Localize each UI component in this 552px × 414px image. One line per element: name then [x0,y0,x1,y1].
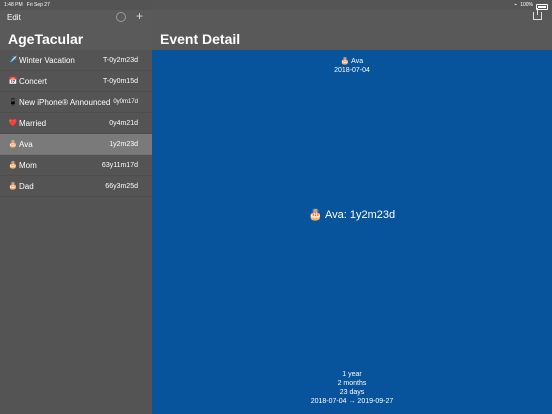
status-time: 1:48 PM [4,2,23,8]
page-title: Event Detail [160,31,241,47]
event-age: 63y11m17d [101,161,138,169]
event-name: Ava [19,139,33,149]
status-time-date: 1:48 PM Fri Sep 27 [4,0,50,10]
airplane-icon: ✈️ [8,57,18,64]
sidebar: Edit + AgeTacular ✈️ Winter Vacation T-0… [0,0,152,414]
event-age: 0y4m21d [109,119,138,127]
detail-big-age: 🎂 Ava: 1y2m23d [308,209,396,221]
phone-icon: 📱 [8,99,18,106]
date-range: 2018-07-04 → 2019-09-27 [310,398,394,405]
app-title: AgeTacular [8,31,84,47]
event-age: 0y0m17d [113,99,138,105]
event-name: Married [19,118,47,128]
event-name: Dad [19,181,34,191]
status-right: ⌁ 100% [514,0,548,10]
status-date: Fri Sep 27 [26,2,50,8]
status-bar: 1:48 PM Fri Sep 27 ⌁ 100% [0,0,552,10]
event-detail: 🎂 Ava 2018-07-04 🎂 Ava: 1y2m23d 1 year 2… [152,50,552,414]
main-header: Event Detail [152,8,552,50]
calendar-icon: 📅 [8,78,18,85]
heart-icon: ❤️ [8,120,18,127]
edit-button[interactable]: Edit [7,13,21,22]
list-item[interactable]: 🎂 Mom 63y11m17d [0,155,152,176]
event-name: Mom [19,160,37,170]
event-list: ✈️ Winter Vacation T-0y2m23d 📅 Concert T… [0,50,152,197]
main-panel: Event Detail 🎂 Ava 2018-07-04 🎂 Ava: 1y2… [152,0,552,414]
battery-percent: 100% [520,2,533,8]
event-age: 1y2m23d [109,140,138,148]
event-age: T-0y2m23d [102,56,138,64]
event-age: T-0y0m15d [102,77,138,85]
event-age: 66y3m25d [105,182,138,190]
list-item[interactable]: 🎂 Dad 66y3m25d [0,176,152,197]
cake-icon: 🎂 [8,183,18,190]
list-item[interactable]: 📅 Concert T-0y0m15d [0,71,152,92]
event-name: Winter Vacation [19,55,75,65]
event-name: Concert [19,76,48,86]
wifi-icon: ⌁ [514,2,518,8]
list-item-selected[interactable]: 🎂 Ava 1y2m23d [0,134,152,155]
list-item[interactable]: ✈️ Winter Vacation T-0y2m23d [0,50,152,71]
years-label: 1 year [342,371,362,378]
days-label: 23 days [339,389,365,396]
list-item[interactable]: ❤️ Married 0y4m21d [0,113,152,134]
sidebar-header: Edit + AgeTacular [0,9,152,50]
detail-breakdown: 1 year 2 months 23 days 2018-07-04 → 201… [152,370,552,406]
cake-icon: 🎂 [8,141,18,148]
event-name: New iPhone® Announced [19,97,111,107]
battery-icon [536,3,548,10]
months-label: 2 months [337,380,367,387]
add-button[interactable]: + [136,9,143,23]
detail-top-date: 2018-07-04 [334,67,370,74]
detail-top-name: 🎂 Ava [340,58,364,65]
cake-icon: 🎂 [8,162,18,169]
list-item[interactable]: 📱 New iPhone® Announced 0y0m17d [0,92,152,113]
share-icon[interactable] [533,8,542,20]
gear-icon[interactable] [116,12,126,22]
